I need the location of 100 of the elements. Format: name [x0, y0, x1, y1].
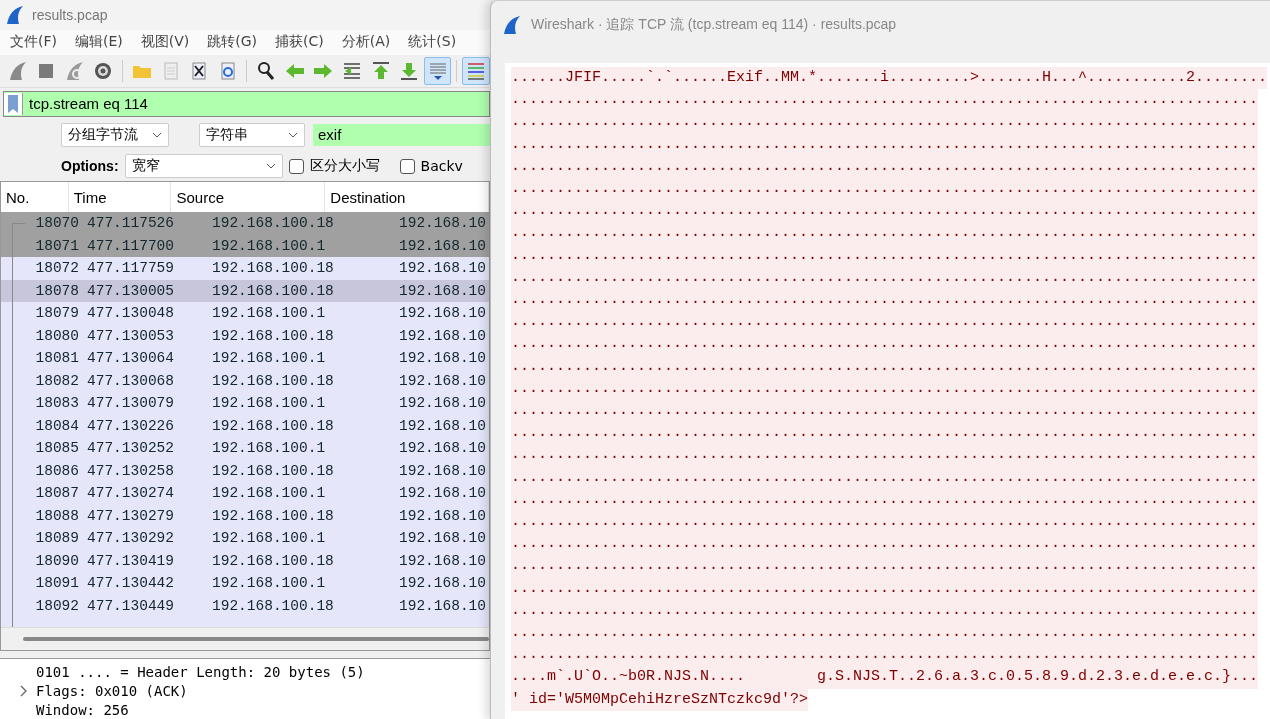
table-cell-text: 192.168.100.1 [211, 530, 327, 547]
table-cell-text: 192.168.10 [398, 575, 486, 592]
table-cell-text: 192.168.10 [398, 372, 486, 389]
caret-icon [152, 131, 162, 138]
packet-row[interactable]: 18081 477.130064 192.168.100.1 192.168.10 [1, 347, 489, 370]
table-cell-text: 192.168.10 [398, 327, 486, 344]
table-cell-text: 477.130274 [86, 485, 175, 502]
options-label: Options: [61, 158, 119, 175]
table-cell-text: 192.168.100.18 [211, 282, 335, 299]
table-cell-text: 18090 [34, 552, 79, 569]
table-cell-text: 192.168.100.18 [211, 215, 335, 232]
table-cell-text: 192.168.10 [398, 417, 486, 434]
search-in-dropdown[interactable]: 分组字节流 [61, 122, 169, 147]
menu-item[interactable]: 捕获(C) [269, 33, 331, 52]
table-cell-text: 18080 [34, 327, 79, 344]
packet-row[interactable]: 18091 477.130442 192.168.100.1 192.168.10 [1, 572, 489, 595]
table-cell-text: 18079 [34, 305, 79, 322]
packet-row[interactable]: 18078 477.130005 192.168.100.18 192.168.10 [1, 279, 489, 302]
table-cell-text: 192.168.100.1 [211, 395, 327, 412]
table-cell-text: 477.130292 [86, 530, 175, 547]
table-cell-text: 192.168.100.1 [211, 485, 327, 502]
dialog-title: Wireshark · 追踪 TCP 流 (tcp.stream eq 114) · results.pcap [531, 16, 897, 34]
table-cell-text: 477.130258 [86, 462, 175, 479]
packet-row[interactable]: 18080 477.130053 192.168.100.18 192.168.10 [1, 324, 489, 347]
table-cell-text: 192.168.100.18 [211, 597, 335, 614]
table-cell-text: 477.130064 [86, 350, 175, 367]
table-cell-text: 192.168.10 [398, 507, 486, 524]
table-cell-text: 477.130252 [86, 440, 175, 457]
table-cell-text: 18084 [34, 417, 79, 434]
packet-row[interactable]: 18085 477.130252 192.168.100.1 192.168.10 [1, 437, 489, 460]
table-cell-text: 192.168.10 [398, 350, 486, 367]
packet-row[interactable]: 18089 477.130292 192.168.100.1 192.168.10 [1, 527, 489, 550]
table-cell-text: 192.168.100.18 [211, 462, 335, 479]
table-cell-text: 192.168.10 [398, 237, 486, 254]
table-cell-text: 477.130005 [86, 282, 175, 299]
table-cell-text: 18089 [34, 530, 79, 547]
table-cell-text: 192.168.100.1 [211, 237, 327, 254]
table-cell-text: 192.168.100.18 [211, 327, 335, 344]
table-cell-text: 477.117700 [86, 237, 175, 254]
table-cell-text: 192.168.100.1 [211, 575, 327, 592]
packet-row[interactable]: 18084 477.130226 192.168.100.18 192.168.10 [1, 414, 489, 437]
window-title: results.pcap [32, 6, 108, 23]
packet-row[interactable]: 18086 477.130258 192.168.100.18 192.168.10 [1, 459, 489, 482]
table-cell-text: 18071 [34, 237, 79, 254]
table-cell-text: 192.168.10 [398, 440, 486, 457]
table-cell-text: 18085 [34, 440, 79, 457]
checkbox-label: Backv [420, 158, 463, 175]
table-cell-text: 477.130053 [86, 327, 175, 344]
menu-item[interactable]: 编辑(E) [69, 33, 130, 52]
menu-item[interactable]: 跳转(G) [201, 33, 265, 52]
detail-row[interactable]: Window: 256 [0, 700, 490, 719]
scrollbar-thumb[interactable] [23, 637, 489, 641]
packet-row[interactable]: 18072 477.117759 192.168.100.18 192.168.10 [1, 257, 489, 280]
table-cell-text: 477.130048 [86, 305, 175, 322]
table-cell-text: 192.168.10 [398, 485, 486, 502]
packet-row[interactable]: 18087 477.130274 192.168.100.1 192.168.10 [1, 482, 489, 505]
table-cell-text: 477.117526 [86, 215, 175, 232]
search-field[interactable]: exif [313, 123, 490, 146]
table-cell-text: 192.168.100.1 [211, 440, 327, 457]
caret-icon [288, 131, 298, 138]
bookmark-icon [8, 94, 18, 113]
table-cell-text: 477.130442 [86, 575, 175, 592]
caret-icon [265, 163, 276, 170]
table-cell-text: 192.168.10 [398, 462, 486, 479]
table-cell-text: 192.168.10 [398, 305, 486, 322]
table-cell-text: 192.168.100.1 [211, 350, 327, 367]
search-type-dropdown[interactable]: 字符串 [199, 122, 305, 147]
packet-row[interactable]: 18079 477.130048 192.168.100.1 192.168.10 [1, 302, 489, 325]
table-cell-text: 18087 [34, 485, 79, 502]
packet-row[interactable]: 18092 477.130449 192.168.100.18 192.168.10 [1, 594, 489, 617]
packet-row[interactable]: 18070 477.117526 192.168.100.18 192.168.10 [1, 212, 489, 235]
table-cell-text: 192.168.100.18 [211, 260, 335, 277]
checkbox[interactable] [288, 158, 304, 174]
table-cell-text: 18078 [34, 282, 79, 299]
table-cell-text: 18070 [34, 215, 79, 232]
detail-row[interactable]: 0101 .... = Header Length: 20 bytes (5) [0, 662, 490, 681]
packet-row[interactable]: 18082 477.130068 192.168.100.18 192.168.10 [1, 369, 489, 392]
menu-item[interactable]: 统计(S) [402, 33, 464, 52]
menu-item[interactable]: 文件(F) [4, 33, 64, 52]
table-cell-text: 18088 [34, 507, 79, 524]
shark-fin-icon [501, 14, 523, 36]
table-cell-text: 192.168.10 [398, 395, 486, 412]
table-cell-text: 477.130079 [86, 395, 175, 412]
table-cell-text: 18081 [34, 350, 79, 367]
table-cell-text: 18086 [34, 462, 79, 479]
table-cell-text: 192.168.100.18 [211, 552, 335, 569]
packet-row[interactable]: 18088 477.130279 192.168.100.18 192.168.10 [1, 504, 489, 527]
packet-row[interactable]: 18083 477.130079 192.168.100.1 192.168.10 [1, 392, 489, 415]
table-cell-text: 477.130449 [86, 597, 175, 614]
packet-row[interactable]: 18090 477.130419 192.168.100.18 192.168.10 [1, 549, 489, 572]
menu-item[interactable]: 视图(V) [134, 33, 197, 52]
checkbox[interactable] [399, 158, 415, 174]
table-cell-text: 192.168.10 [398, 530, 486, 547]
table-cell-text: 192.168.100.18 [211, 507, 335, 524]
detail-row[interactable]: Flags: 0x010 (ACK) [0, 681, 490, 700]
packet-row[interactable]: 18071 477.117700 192.168.100.1 192.168.10 [1, 234, 489, 257]
display-filter-field[interactable]: tcp.stream eq 114 [3, 90, 490, 117]
encoding-dropdown[interactable]: 宽窄 [124, 154, 283, 179]
table-cell-text: 18083 [34, 395, 79, 412]
menu-item[interactable]: 分析(A) [335, 33, 398, 52]
